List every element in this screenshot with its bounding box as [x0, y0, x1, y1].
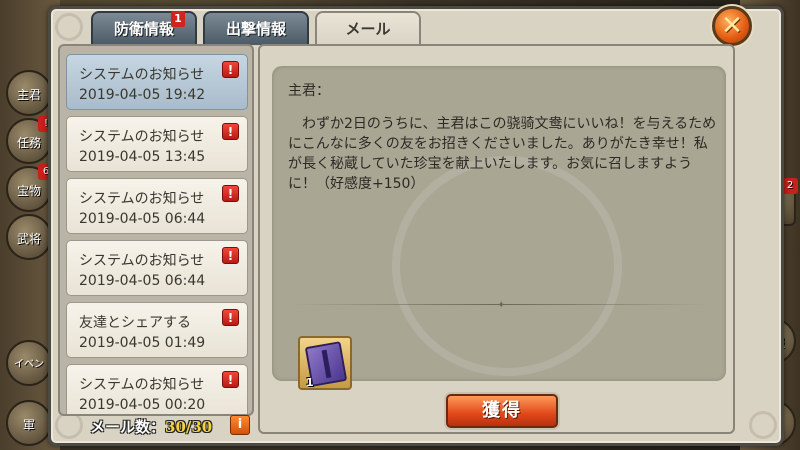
attachment-quantity: 1 [306, 376, 314, 389]
claim-button-label: 獲得 [482, 400, 522, 421]
mail-list[interactable]: システムのお知らせ 2019-04-05 19:42 ! システムのお知らせ 2… [58, 44, 254, 416]
close-icon: ✕ [721, 11, 743, 41]
info-button[interactable]: i [230, 415, 250, 435]
mail-list-item[interactable]: システムのお知らせ 2019-04-05 06:44 ! [66, 240, 248, 296]
notification-badge: 1 [171, 11, 185, 27]
tab-sortie-info[interactable]: 出撃情報 [203, 11, 309, 45]
mail-content-panel: 主君： わずか2日のうちに、主君はこの骁骑文鸯にいいね！を与えるためにこんなに多… [258, 44, 735, 434]
mail-list-item[interactable]: システムのお知らせ 2019-04-05 13:45 ! [66, 116, 248, 172]
unread-alert-icon: ! [222, 309, 239, 326]
claim-button[interactable]: 獲得 [446, 394, 558, 428]
bg-button-label: 宝物 [16, 184, 41, 198]
bg-button-treasure[interactable]: 宝物 6 [6, 164, 54, 212]
mail-title: システムのお知らせ [79, 191, 205, 207]
tab-label: 防衛情報 [113, 20, 174, 38]
mail-date: 2019-04-05 00:20 [79, 397, 206, 413]
mail-date: 2019-04-05 06:44 [79, 273, 206, 289]
mail-count: メール数：30/30 [90, 416, 212, 437]
bg-badge: 2 [782, 178, 798, 194]
unread-alert-icon: ! [222, 247, 239, 264]
mail-list-item[interactable]: システムのお知らせ 2019-04-05 00:20 ! [66, 364, 248, 414]
game-screen: 主君 任務! 宝物6 武将 イベン 軍 2 情報 政 防衛情報 1 出撃情報 メ… [0, 0, 800, 450]
attachment-slot[interactable]: 1 [298, 336, 352, 390]
mail-date: 2019-04-05 01:49 [79, 335, 206, 351]
mail-count-label: メール数： [90, 418, 166, 436]
mail-date: 2019-04-05 06:44 [79, 211, 206, 227]
unread-alert-icon: ! [222, 371, 239, 388]
mail-date: 2019-04-05 13:45 [79, 149, 206, 165]
mail-title: 友達とシェアする [79, 315, 191, 331]
bg-button-event[interactable]: イベン [6, 340, 52, 386]
tab-label: 出撃情報 [225, 20, 286, 38]
mail-title: システムのお知らせ [79, 377, 205, 393]
tab-defense-info[interactable]: 防衛情報 1 [91, 11, 197, 45]
message-area: 主君： わずか2日のうちに、主君はこの骁骑文鸯にいいね！を与えるためにこんなに多… [272, 66, 726, 390]
bg-button-label: 武将 [16, 232, 41, 246]
mail-list-item[interactable]: システムのお知らせ 2019-04-05 06:44 ! [66, 178, 248, 234]
mail-list-item[interactable]: 友達とシェアする 2019-04-05 01:49 ! [66, 302, 248, 358]
mail-date: 2019-04-05 19:42 [79, 87, 206, 103]
mail-count-value: 30/30 [165, 418, 213, 436]
bg-button-army[interactable]: 軍 [6, 400, 52, 446]
bg-button-label: 任務 [16, 136, 41, 150]
message-body: わずか2日のうちに、主君はこの骁骑文鸯にいいね！を与えるためにこんなに多くの友を… [288, 116, 717, 192]
message-greeting: 主君： [288, 83, 330, 99]
unread-alert-icon: ! [222, 123, 239, 140]
close-button[interactable]: ✕ [712, 6, 752, 46]
corner-ornament [749, 411, 777, 439]
unread-alert-icon: ! [222, 185, 239, 202]
bg-button-label: 軍 [22, 418, 35, 432]
unread-alert-icon: ! [222, 61, 239, 78]
corner-ornament [55, 13, 83, 41]
mail-title: システムのお知らせ [79, 129, 205, 145]
bg-button-label: イベン [14, 359, 44, 370]
info-icon: i [237, 417, 243, 432]
bg-button-label: 主君 [16, 88, 41, 102]
mail-list-item[interactable]: システムのお知らせ 2019-04-05 19:42 ! [66, 54, 248, 110]
bg-button-quest[interactable]: 任務! [6, 116, 54, 164]
mail-title: システムのお知らせ [79, 253, 205, 269]
divider-ornament-icon: ✦ [497, 300, 506, 311]
mail-title: システムのお知らせ [79, 67, 205, 83]
tab-label: メール [345, 20, 391, 38]
bg-button-lord[interactable]: 主君 [6, 70, 52, 116]
bg-button-general[interactable]: 武将 [6, 214, 52, 260]
